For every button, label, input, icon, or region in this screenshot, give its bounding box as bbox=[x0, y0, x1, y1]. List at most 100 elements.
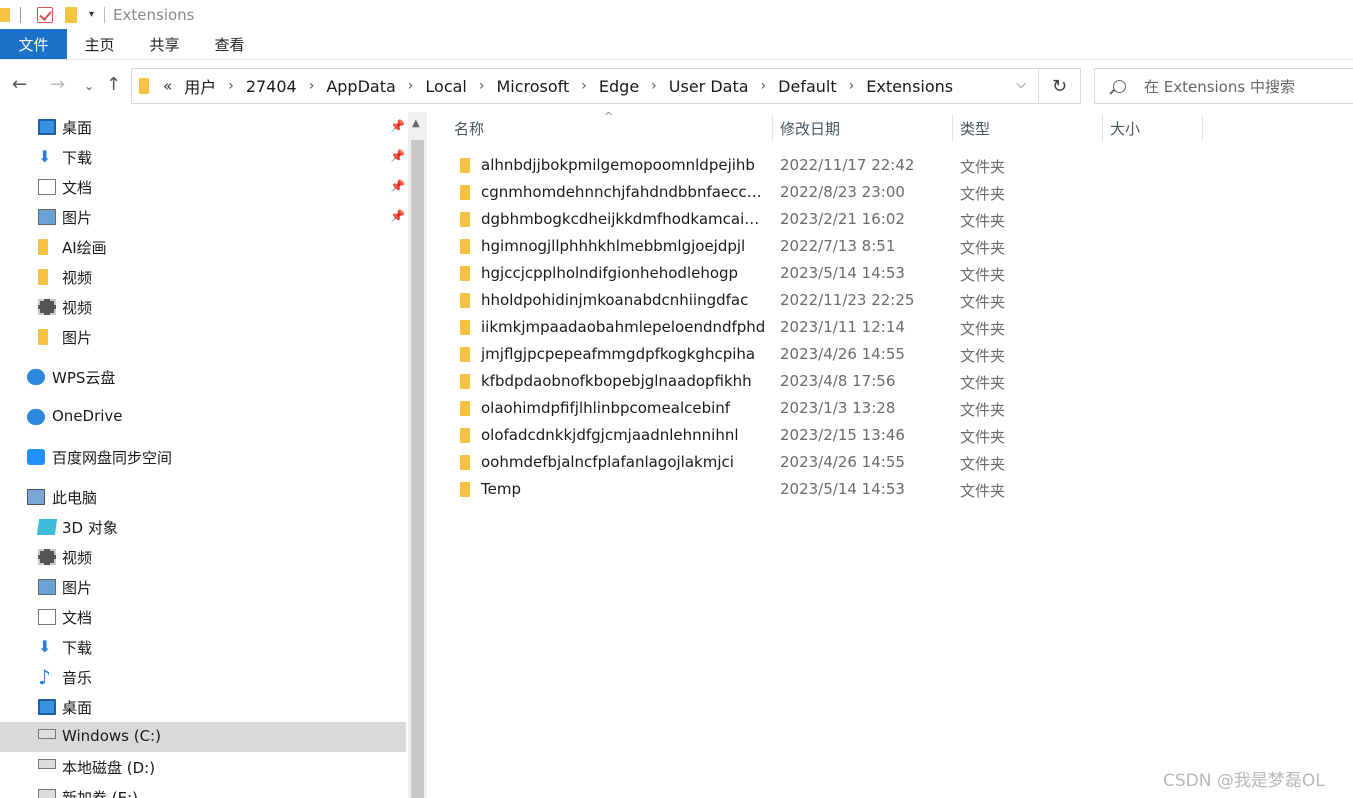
chevron-right-icon[interactable]: › bbox=[228, 78, 234, 94]
sidebar-item[interactable]: 视频 bbox=[0, 542, 406, 572]
column-header-size[interactable]: 大小 bbox=[1110, 112, 1140, 144]
chevron-right-icon[interactable]: › bbox=[479, 78, 485, 94]
sidebar-item[interactable]: Windows (C:) bbox=[0, 722, 406, 752]
breadcrumb-item[interactable]: Default › bbox=[778, 77, 866, 96]
file-row[interactable]: oohmdefbjalncfplafanlagojlakmjci 2023/4/2… bbox=[448, 449, 1208, 476]
divider bbox=[104, 6, 106, 23]
column-divider[interactable] bbox=[952, 114, 953, 142]
sidebar-item[interactable]: 新加卷 (E:) bbox=[0, 782, 406, 798]
search-input[interactable]: 在 Extensions 中搜索 bbox=[1144, 76, 1295, 97]
address-bar[interactable]: « 用户 › 27404 › AppData › Local › Microsoft › Edge ›… bbox=[131, 68, 1039, 104]
search-box[interactable]: 在 Extensions 中搜索 bbox=[1094, 68, 1353, 104]
sidebar-item[interactable]: 此电脑 bbox=[0, 482, 406, 512]
sidebar-item[interactable]: 本地磁盘 (D:) bbox=[0, 752, 406, 782]
file-date: 2023/4/26 14:55 bbox=[780, 345, 905, 363]
breadcrumb-item[interactable]: AppData › bbox=[326, 77, 425, 96]
column-divider[interactable] bbox=[1202, 114, 1203, 142]
tab-view[interactable]: 查看 bbox=[197, 29, 262, 59]
chevron-down-icon[interactable]: ⌵ bbox=[1016, 77, 1026, 92]
sidebar-item-label: 音乐 bbox=[62, 669, 93, 687]
file-row[interactable]: iikmkjmpaadaobahmlepeloendndfphd 2023/1/1… bbox=[448, 314, 1208, 341]
sidebar-item[interactable]: 文档 📌 bbox=[0, 172, 406, 202]
tab-home[interactable]: 主页 bbox=[67, 29, 132, 59]
file-row[interactable]: olaohimdpfifjlhlinbpcomealcebinf 2023/1/3… bbox=[448, 395, 1208, 422]
recent-locations-icon[interactable]: ⌄ bbox=[84, 79, 94, 93]
file-name: olofadcdnkkjdfgjcmjaadnlehnnihnl bbox=[481, 426, 739, 444]
breadcrumb-label: Microsoft bbox=[496, 76, 570, 96]
file-name: jmjflgjpcpepeafmmgdpfkogkghcpiha bbox=[481, 345, 756, 363]
sidebar-item[interactable]: 文档 bbox=[0, 602, 406, 632]
sidebar-item[interactable]: 3D 对象 bbox=[0, 512, 406, 542]
properties-icon[interactable] bbox=[37, 6, 53, 23]
file-row[interactable]: kfbdpdaobnofkbopebjglnaadopfikhh 2023/4/8… bbox=[448, 368, 1208, 395]
chevron-right-icon[interactable]: › bbox=[761, 78, 767, 94]
breadcrumb-overflow[interactable]: « bbox=[163, 77, 172, 95]
sidebar-item[interactable]: 视频 bbox=[0, 262, 406, 292]
document-icon bbox=[38, 609, 56, 625]
sidebar-item-label: 视频 bbox=[62, 269, 93, 287]
breadcrumb-item[interactable]: Microsoft › bbox=[496, 77, 598, 96]
breadcrumb-item[interactable]: Extensions bbox=[866, 77, 953, 96]
folder-icon bbox=[460, 482, 470, 497]
file-row[interactable]: Temp 2023/5/14 14:53 文件夹 bbox=[448, 476, 1208, 503]
file-type: 文件夹 bbox=[960, 293, 1006, 311]
scroll-up-icon[interactable]: ▲ bbox=[412, 118, 420, 129]
file-row[interactable]: jmjflgjpcpepeafmmgdpfkogkghcpiha 2023/4/2… bbox=[448, 341, 1208, 368]
column-header-name[interactable]: 名称 bbox=[454, 112, 484, 144]
chevron-right-icon[interactable]: › bbox=[309, 78, 315, 94]
file-row[interactable]: hholdpohidinjmkoanabdcnhiingdfac 2022/11/… bbox=[448, 287, 1208, 314]
tab-share[interactable]: 共享 bbox=[132, 29, 197, 59]
customize-quick-access-icon[interactable]: ▾ bbox=[89, 9, 94, 20]
tab-file[interactable]: 文件 bbox=[0, 29, 67, 59]
folder-icon bbox=[139, 78, 149, 94]
scrollbar-thumb[interactable] bbox=[411, 140, 424, 798]
sidebar-item[interactable]: 百度网盘同步空间 bbox=[0, 442, 406, 472]
sidebar-item-label: 桌面 bbox=[62, 699, 93, 717]
file-row[interactable]: olofadcdnkkjdfgjcmjaadnlehnnihnl 2023/2/1… bbox=[448, 422, 1208, 449]
up-icon[interactable]: ↑ bbox=[106, 74, 121, 95]
sidebar-item[interactable]: ♪ 音乐 bbox=[0, 662, 406, 692]
sidebar-item[interactable]: ⬇ 下载 bbox=[0, 632, 406, 662]
sidebar-item[interactable]: 桌面 bbox=[0, 692, 406, 722]
column-header-type[interactable]: 类型 bbox=[960, 112, 990, 144]
sidebar-item[interactable]: 图片 bbox=[0, 572, 406, 602]
sidebar-item-label: Windows (C:) bbox=[62, 727, 161, 745]
breadcrumb-item[interactable]: 用户 › bbox=[184, 74, 246, 98]
breadcrumb-item[interactable]: Local › bbox=[425, 77, 496, 96]
file-row[interactable]: hgimnogjllphhhkhlmebbmlgjoejdpjl 2022/7/1… bbox=[448, 233, 1208, 260]
sidebar-item[interactable]: WPS云盘 bbox=[0, 362, 406, 392]
file-row[interactable]: alhnbdjjbokpmilgemopoomnldpejihb 2022/11/… bbox=[448, 152, 1208, 179]
file-row[interactable]: dgbhmbogkcdheijkkdmfhodkamcaih... 2023/2/… bbox=[448, 206, 1208, 233]
sidebar-scrollbar[interactable]: ▲ bbox=[408, 112, 427, 798]
chevron-right-icon[interactable]: › bbox=[581, 78, 587, 94]
breadcrumb-label: Edge bbox=[598, 76, 640, 96]
breadcrumb-label: 27404 bbox=[245, 76, 297, 96]
sidebar-item[interactable]: 图片 📌 bbox=[0, 202, 406, 232]
column-header-date[interactable]: 修改日期 bbox=[780, 112, 840, 144]
chevron-right-icon[interactable]: › bbox=[849, 78, 855, 94]
file-row[interactable]: cgnmhomdehnnchjfahdndbbnfaeccg... 2022/8/… bbox=[448, 179, 1208, 206]
refresh-button[interactable]: ↻ bbox=[1039, 68, 1081, 104]
sidebar-item-label: 本地磁盘 (D:) bbox=[62, 759, 156, 777]
breadcrumb-item[interactable]: Edge › bbox=[599, 77, 669, 96]
sidebar-item[interactable]: AI绘画 bbox=[0, 232, 406, 262]
cloud-icon bbox=[27, 369, 45, 385]
breadcrumb-item[interactable]: 27404 › bbox=[246, 77, 327, 96]
chevron-right-icon[interactable]: › bbox=[408, 78, 414, 94]
breadcrumb-item[interactable]: User Data › bbox=[669, 77, 778, 96]
sidebar-item[interactable]: 图片 bbox=[0, 322, 406, 352]
back-icon[interactable]: ← bbox=[12, 74, 27, 95]
sidebar-item-label: 新加卷 (E:) bbox=[62, 789, 139, 798]
chevron-right-icon[interactable]: › bbox=[651, 78, 657, 94]
pin-icon: 📌 bbox=[390, 119, 405, 133]
column-divider[interactable] bbox=[1102, 114, 1103, 142]
sidebar-item[interactable]: ⬇ 下载 📌 bbox=[0, 142, 406, 172]
file-name: alhnbdjjbokpmilgemopoomnldpejihb bbox=[481, 156, 755, 174]
forward-icon[interactable]: → bbox=[50, 74, 65, 95]
sidebar-item[interactable]: 视频 bbox=[0, 292, 406, 322]
file-row[interactable]: hgjccjcpplholndifgionhehodlehogp 2023/5/1… bbox=[448, 260, 1208, 287]
column-divider[interactable] bbox=[772, 114, 773, 142]
sidebar-item[interactable]: OneDrive bbox=[0, 402, 406, 432]
sidebar-item[interactable]: 桌面 📌 bbox=[0, 112, 406, 142]
new-folder-icon[interactable] bbox=[65, 6, 77, 23]
